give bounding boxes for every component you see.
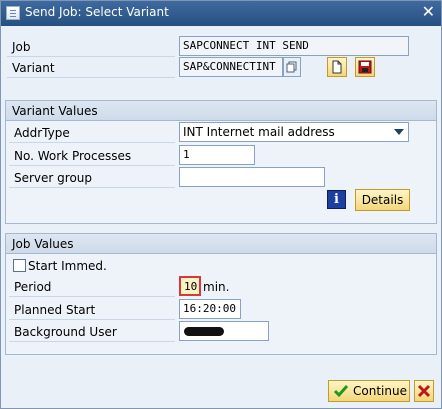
cancel-button[interactable]: [414, 380, 434, 402]
variant-values-title: Variant Values: [6, 101, 436, 121]
background-user-label: Background User: [9, 322, 175, 342]
title-bar: Send Job: Select Variant ✕: [1, 1, 441, 26]
dialog-window: Send Job: Select Variant ✕ Job SAPCONNEC…: [0, 0, 442, 409]
addr-type-dropdown[interactable]: INT Internet mail address: [179, 122, 409, 142]
save-button[interactable]: [355, 57, 375, 77]
continue-label: Continue: [353, 384, 407, 398]
server-group-label: Server group: [9, 168, 175, 188]
work-processes-field[interactable]: 1: [179, 145, 255, 165]
chevron-down-icon[interactable]: [394, 129, 404, 135]
info-button[interactable]: i: [327, 190, 346, 209]
start-immed-label: Start Immed.: [28, 259, 107, 273]
details-button[interactable]: Details: [355, 189, 410, 211]
info-icon: i: [334, 192, 339, 207]
job-field[interactable]: SAPCONNECT INT SEND: [179, 36, 409, 56]
new-document-button[interactable]: [327, 57, 347, 77]
job-label: Job: [7, 37, 175, 57]
period-field[interactable]: 10: [179, 276, 201, 296]
job-values-title: Job Values: [6, 234, 436, 254]
work-processes-label: No. Work Processes: [9, 146, 175, 166]
continue-button[interactable]: Continue: [328, 380, 410, 402]
addr-type-value: INT Internet mail address: [183, 125, 335, 139]
background-user-field[interactable]: [179, 321, 269, 341]
variant-label: Variant: [7, 58, 175, 78]
period-unit: min.: [203, 280, 230, 294]
planned-start-field[interactable]: 16:20:00: [179, 299, 241, 319]
addr-type-label: AddrType: [9, 123, 175, 143]
window-icon: [6, 6, 20, 20]
save-icon: [358, 60, 372, 74]
period-label: Period: [9, 277, 175, 297]
server-group-field[interactable]: [179, 167, 325, 187]
planned-start-label: Planned Start: [9, 300, 175, 320]
cancel-icon: [417, 384, 431, 398]
variant-field[interactable]: SAP&CONNECTINT: [179, 57, 283, 77]
redaction-mark: [184, 327, 224, 336]
window-title: Send Job: Select Variant: [25, 5, 169, 19]
copy-icon[interactable]: [283, 57, 301, 77]
close-icon[interactable]: ✕: [422, 3, 435, 21]
document-icon: [332, 60, 342, 74]
checkmark-icon: [333, 385, 349, 398]
